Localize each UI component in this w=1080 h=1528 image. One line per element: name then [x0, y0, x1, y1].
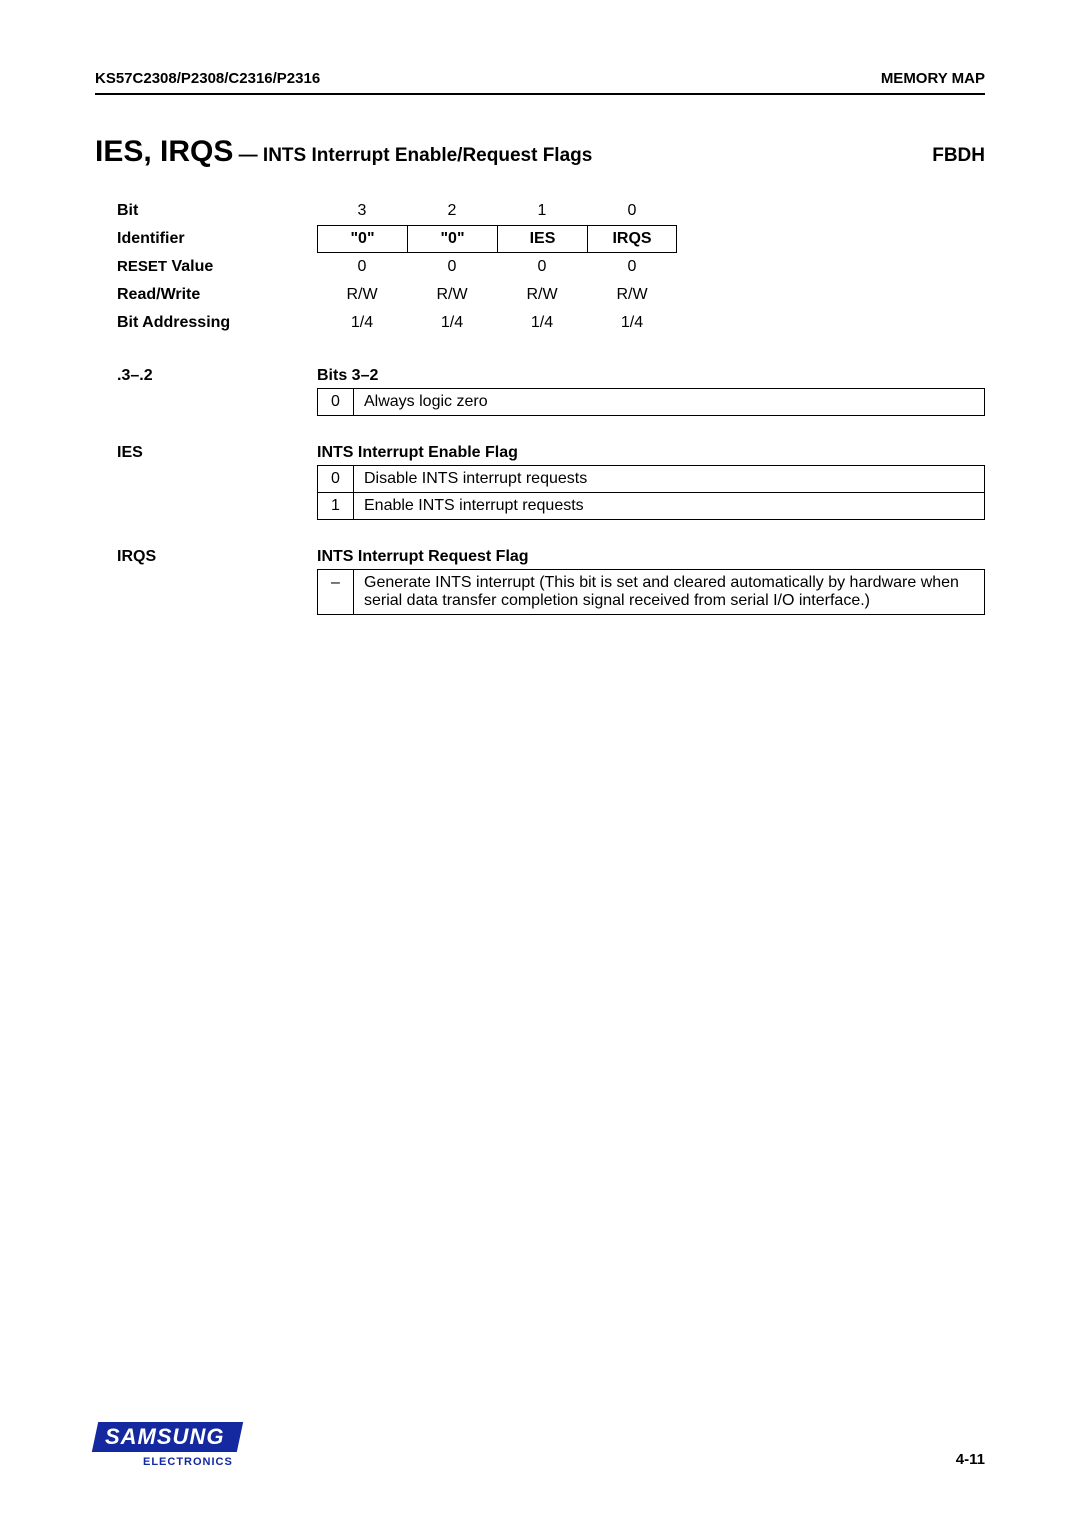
table-val: 0	[318, 466, 354, 493]
bit-row-identifier: Identifier "0" "0" IES IRQS	[117, 225, 985, 253]
section-irqs: IRQS INTS Interrupt Request Flag – Gener…	[117, 548, 985, 615]
register-title-left: IES, IRQS — INTS Interrupt Enable/Reques…	[95, 135, 592, 169]
bit-cell: 0	[497, 254, 587, 280]
bit-cell: R/W	[497, 282, 587, 308]
section-bits-3-2: .3–.2 Bits 3–2 0 Always logic zero	[117, 367, 985, 416]
register-title-row: IES, IRQS — INTS Interrupt Enable/Reques…	[95, 135, 985, 169]
bit-row-reset: RESET Value 0 0 0 0	[117, 253, 985, 281]
bit-label: RESET Value	[117, 258, 317, 276]
table-row: 0 Always logic zero	[318, 389, 985, 416]
register-name: IES, IRQS	[95, 135, 233, 168]
section-key: IRQS	[117, 548, 317, 566]
table-desc: Generate INTS interrupt (This bit is set…	[354, 570, 985, 615]
bit-cell: R/W	[317, 282, 407, 308]
bit-label: Read/Write	[117, 286, 317, 304]
bit-row-bit: Bit 3 2 1 0	[117, 197, 985, 225]
section-title: INTS Interrupt Enable Flag	[317, 444, 985, 462]
register-subtitle: — INTS Interrupt Enable/Request Flags	[233, 145, 592, 166]
section-key: .3–.2	[117, 367, 317, 385]
bit-table: Bit 3 2 1 0 Identifier "0" "0" IES IRQS …	[117, 197, 985, 337]
page-number: 4-11	[956, 1451, 985, 1468]
section-heading: IRQS INTS Interrupt Request Flag	[117, 548, 985, 566]
bit-row-addressing: Bit Addressing 1/4 1/4 1/4 1/4	[117, 309, 985, 337]
page-footer: SAMSUNG ELECTRONICS 4-11	[95, 1422, 985, 1468]
table-val: 0	[318, 389, 354, 416]
page-header: KS57C2308/P2308/C2316/P2316 MEMORY MAP	[95, 70, 985, 95]
bit-cell: "0"	[317, 226, 407, 252]
table-val: –	[318, 570, 354, 615]
bit-label: Identifier	[117, 230, 317, 248]
bit-cells: "0" "0" IES IRQS	[317, 225, 677, 253]
section-ies: IES INTS Interrupt Enable Flag 0 Disable…	[117, 444, 985, 520]
content-area: Bit 3 2 1 0 Identifier "0" "0" IES IRQS …	[95, 197, 985, 615]
bit-label: Bit Addressing	[117, 314, 317, 332]
samsung-logo: SAMSUNG ELECTRONICS	[95, 1422, 240, 1468]
bit-cells: 0 0 0 0	[317, 254, 677, 280]
header-left: KS57C2308/P2308/C2316/P2316	[95, 70, 320, 87]
bit-cell: 1/4	[317, 310, 407, 336]
table-row: – Generate INTS interrupt (This bit is s…	[318, 570, 985, 615]
table-desc: Enable INTS interrupt requests	[354, 493, 985, 520]
bit-cell: 1/4	[587, 310, 677, 336]
register-address: FBDH	[932, 145, 985, 167]
section-title: INTS Interrupt Request Flag	[317, 548, 985, 566]
section-heading: IES INTS Interrupt Enable Flag	[117, 444, 985, 462]
bit-cell: R/W	[407, 282, 497, 308]
bit-cell: 1/4	[497, 310, 587, 336]
bit-cell: 1	[497, 198, 587, 224]
samsung-wordmark-icon: SAMSUNG	[92, 1422, 244, 1452]
bit-cell: 0	[587, 254, 677, 280]
bit-cell: "0"	[407, 226, 497, 252]
bit-cell: 0	[407, 254, 497, 280]
table-row: 0 Disable INTS interrupt requests	[318, 466, 985, 493]
bit-cell: IRQS	[587, 226, 677, 252]
bit-label: Bit	[117, 202, 317, 220]
bit-cell: IES	[497, 226, 587, 252]
bit-cell: 1/4	[407, 310, 497, 336]
table-desc: Always logic zero	[354, 389, 985, 416]
bit-row-readwrite: Read/Write R/W R/W R/W R/W	[117, 281, 985, 309]
section-title: Bits 3–2	[317, 367, 985, 385]
bit-cells: R/W R/W R/W R/W	[317, 282, 677, 308]
table-row: 1 Enable INTS interrupt requests	[318, 493, 985, 520]
bit-cell: 2	[407, 198, 497, 224]
header-right: MEMORY MAP	[881, 70, 985, 87]
table-val: 1	[318, 493, 354, 520]
bit-cell: 0	[587, 198, 677, 224]
table-desc: Disable INTS interrupt requests	[354, 466, 985, 493]
bit-cells: 1/4 1/4 1/4 1/4	[317, 310, 677, 336]
bit-cell: R/W	[587, 282, 677, 308]
section-table: 0 Disable INTS interrupt requests 1 Enab…	[317, 465, 985, 520]
section-key: IES	[117, 444, 317, 462]
samsung-electronics-label: ELECTRONICS	[143, 1456, 240, 1468]
section-table: 0 Always logic zero	[317, 388, 985, 416]
reset-word: RESET	[117, 258, 167, 275]
bit-cell: 3	[317, 198, 407, 224]
bit-cell: 0	[317, 254, 407, 280]
bit-cells: 3 2 1 0	[317, 198, 677, 224]
section-table: – Generate INTS interrupt (This bit is s…	[317, 569, 985, 615]
section-heading: .3–.2 Bits 3–2	[117, 367, 985, 385]
value-word: Value	[167, 258, 213, 275]
